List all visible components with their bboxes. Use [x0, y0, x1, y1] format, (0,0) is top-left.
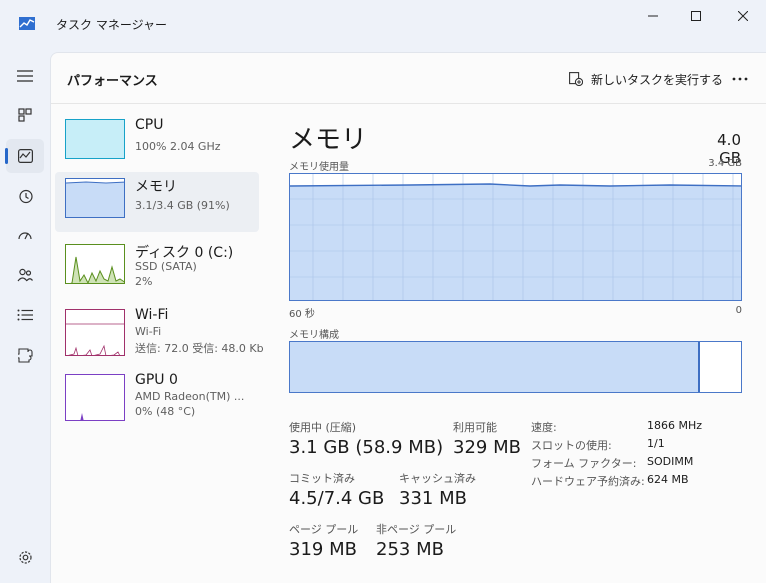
- speed-value: 1866 MHz: [647, 419, 703, 432]
- speed-label: 速度:: [531, 421, 557, 434]
- resource-name: GPU 0: [135, 372, 178, 388]
- app-history-icon: [18, 189, 33, 203]
- memory-composition-bar: [289, 341, 742, 393]
- close-icon: [738, 11, 748, 21]
- slots-used-label: スロットの使用:: [531, 439, 612, 452]
- available-value: 329 MB: [453, 437, 521, 458]
- composition-label: メモリ構成: [289, 330, 339, 341]
- users-icon: [17, 268, 33, 282]
- resource-detail: AMD Radeon(TM) ...: [135, 390, 245, 403]
- nav-users[interactable]: [6, 258, 44, 292]
- paged-pool-value: 319 MB: [289, 539, 357, 560]
- detail-title: メモリ: [289, 125, 368, 155]
- resource-item-gpu[interactable]: GPU 0 AMD Radeon(TM) ... 0% (48 °C): [55, 368, 259, 428]
- resource-item-disk[interactable]: ディスク 0 (C:) SSD (SATA) 2%: [55, 238, 259, 298]
- maximize-icon: [691, 11, 701, 21]
- more-dots-icon: [732, 77, 748, 81]
- task-manager-app-icon: [19, 17, 35, 30]
- slots-used-value: 1/1: [647, 437, 665, 450]
- settings-button[interactable]: [6, 540, 44, 574]
- resource-item-cpu[interactable]: CPU 100% 2.04 GHz: [55, 113, 259, 173]
- active-indicator: [5, 148, 8, 164]
- paged-pool-label: ページ プール: [289, 523, 359, 536]
- wifi-thumbnail-graph: [65, 309, 125, 356]
- nav-processes[interactable]: [6, 98, 44, 132]
- resource-detail: SSD (SATA): [135, 260, 197, 273]
- hardware-reserved-value: 624 MB: [647, 473, 689, 486]
- page-header: パフォーマンス 新しいタスクを実行する: [51, 53, 766, 104]
- nav-app-history[interactable]: [6, 179, 44, 213]
- resource-detail: Wi-Fi: [135, 325, 162, 338]
- performance-icon: [17, 149, 33, 163]
- cached-label: キャッシュ済み: [399, 472, 476, 485]
- memory-thumbnail-graph: [65, 178, 125, 218]
- memory-usage-graph: [289, 173, 742, 301]
- startup-apps-icon: [18, 232, 32, 240]
- settings-icon: [18, 550, 32, 564]
- nav-startup-apps[interactable]: [6, 218, 44, 252]
- navigation-toggle-button[interactable]: [6, 59, 44, 93]
- hamburger-menu-icon: [17, 70, 33, 82]
- resource-item-wifi[interactable]: Wi-Fi Wi-Fi 送信: 72.0 受信: 48.0 Kb: [55, 303, 264, 363]
- nonpaged-pool-value: 253 MB: [376, 539, 444, 560]
- resource-throughput: 送信: 72.0 受信: 48.0 Kb: [135, 342, 264, 355]
- committed-label: コミット済み: [289, 472, 355, 485]
- nonpaged-pool-label: 非ページ プール: [376, 523, 457, 536]
- resource-usage: 0% (48 °C): [135, 405, 196, 418]
- resource-detail: 100% 2.04 GHz: [135, 140, 221, 153]
- graph-time-end: 0: [735, 305, 742, 316]
- graph-time-start: 60 秒: [289, 309, 315, 320]
- usage-graph-label: メモリ使用量: [289, 162, 349, 173]
- resource-usage: 2%: [135, 275, 153, 288]
- resource-name: Wi-Fi: [135, 307, 169, 323]
- usage-graph-max: 3.4 GB: [708, 158, 742, 169]
- gpu-thumbnail-graph: [65, 374, 125, 421]
- maximize-button[interactable]: [673, 0, 719, 32]
- main-panel: パフォーマンス 新しいタスクを実行する CPU 100% 2.04 GHz メモ…: [50, 52, 766, 583]
- cpu-thumbnail-graph: [65, 119, 125, 159]
- run-new-task-button[interactable]: 新しいタスクを実行する: [565, 66, 727, 92]
- run-new-task-label: 新しいタスクを実行する: [591, 72, 724, 87]
- in-use-value: 3.1 GB (58.9 MB): [289, 437, 444, 458]
- nav-details[interactable]: [6, 298, 44, 332]
- resource-name: CPU: [135, 117, 164, 133]
- disk-thumbnail-graph: [65, 244, 125, 284]
- minimize-icon: [648, 15, 658, 17]
- resource-item-memory[interactable]: メモリ 3.1/3.4 GB (91%): [55, 172, 259, 232]
- window-title: タスク マネージャー: [56, 18, 167, 32]
- details-icon: [17, 309, 33, 321]
- form-factor-label: フォーム ファクター:: [531, 457, 637, 470]
- services-icon: [17, 347, 33, 363]
- resource-name: ディスク 0 (C:): [135, 245, 234, 261]
- resource-name: メモリ: [135, 179, 177, 195]
- minimize-button[interactable]: [630, 0, 676, 32]
- cached-value: 331 MB: [399, 488, 467, 509]
- title-bar: タスク マネージャー: [0, 0, 766, 50]
- committed-value: 4.5/7.4 GB: [289, 488, 385, 509]
- more-options-button[interactable]: [725, 66, 755, 92]
- new-task-icon: [569, 72, 583, 86]
- in-use-label: 使用中 (圧縮): [289, 421, 357, 434]
- page-title: パフォーマンス: [67, 74, 158, 89]
- close-button[interactable]: [720, 0, 766, 32]
- hardware-reserved-label: ハードウェア予約済み:: [531, 475, 645, 488]
- composition-in-use: [290, 342, 701, 392]
- nav-performance[interactable]: [6, 139, 44, 173]
- processes-icon: [18, 108, 32, 122]
- form-factor-value: SODIMM: [647, 455, 694, 468]
- nav-services[interactable]: [6, 338, 44, 372]
- resource-detail: 3.1/3.4 GB (91%): [135, 199, 230, 212]
- available-label: 利用可能: [453, 421, 497, 434]
